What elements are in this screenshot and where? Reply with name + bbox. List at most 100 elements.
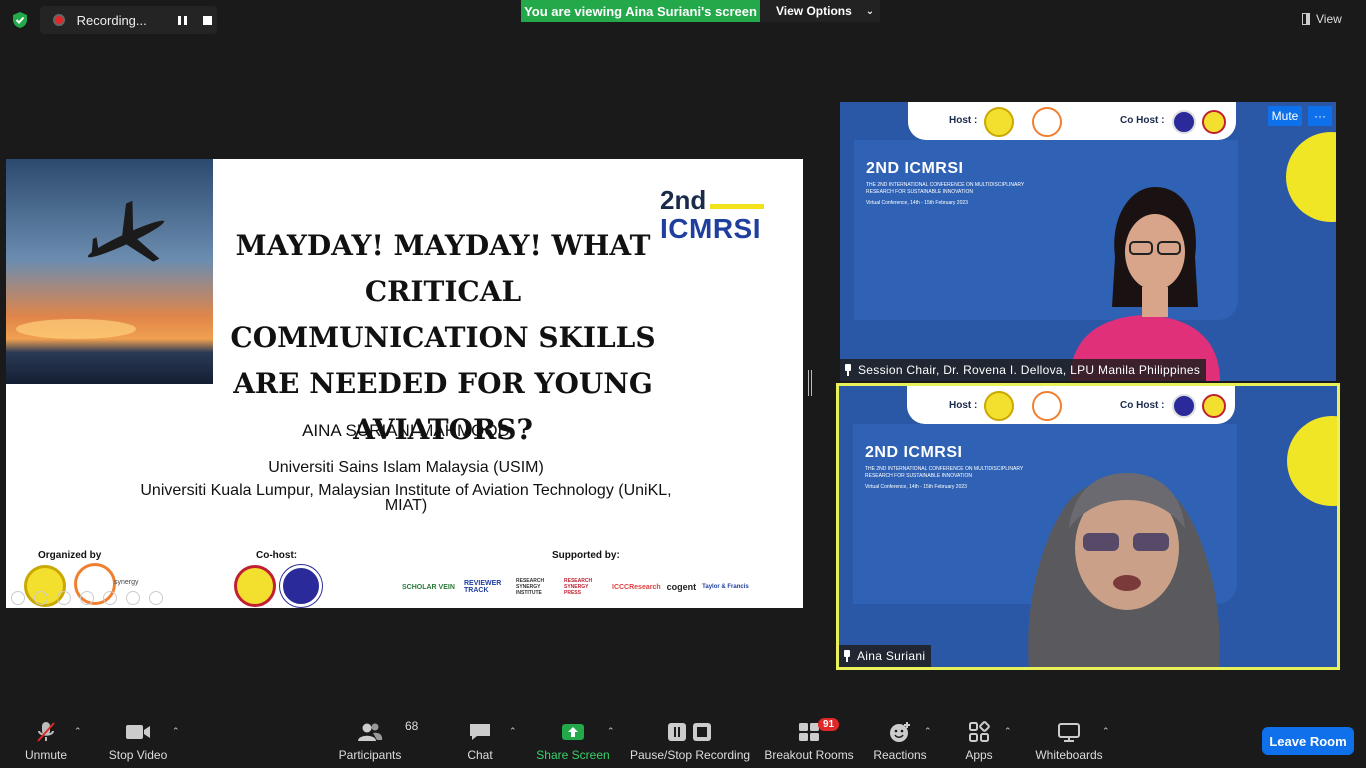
reactions-label: Reactions xyxy=(873,747,927,762)
pause-recording-button[interactable] xyxy=(173,10,192,30)
video-camera-icon xyxy=(125,719,151,745)
chat-options-caret-icon[interactable]: ⌃ xyxy=(509,726,517,737)
co-host-logo-1 xyxy=(234,565,276,607)
slide-controls[interactable] xyxy=(11,591,163,605)
recording-controls-icon xyxy=(667,719,713,745)
stop-video-button[interactable]: Stop Video xyxy=(106,712,170,768)
research-synergy-logo-icon xyxy=(1032,391,1062,421)
pin-icon xyxy=(844,364,852,376)
co-host-logo-icon xyxy=(1202,394,1226,418)
apps-options-caret-icon[interactable]: ⌃ xyxy=(1004,726,1012,737)
leave-room-button[interactable]: Leave Room xyxy=(1262,727,1354,755)
microphone-muted-icon xyxy=(35,719,57,745)
whiteboards-label: Whiteboards xyxy=(1035,747,1103,762)
reactions-button[interactable]: Reactions xyxy=(872,712,928,768)
icmrsi-brand: 2nd ICMRSI xyxy=(660,186,770,244)
hide-icon[interactable] xyxy=(126,591,140,605)
zoom-icon[interactable] xyxy=(80,591,94,605)
co-host-label: Co-host: xyxy=(256,550,298,561)
co-host-logo-icon xyxy=(1202,110,1226,134)
view-options-button[interactable]: View Options ⌄ xyxy=(760,0,880,22)
tile-co-host-label: Co Host : xyxy=(1120,400,1165,411)
security-shield-icon[interactable] xyxy=(10,10,30,30)
share-screen-button[interactable]: Share Screen xyxy=(536,712,610,768)
recording-label: Recording... xyxy=(76,12,147,28)
whiteboards-options-caret-icon[interactable]: ⌃ xyxy=(1102,726,1110,737)
more-options-icon[interactable] xyxy=(149,591,163,605)
view-layout-icon xyxy=(1302,13,1310,25)
subtitle-icon[interactable] xyxy=(103,591,117,605)
breakout-rooms-button[interactable]: 91 Breakout Rooms xyxy=(762,712,856,768)
pause-stop-recording-button[interactable]: Pause/Stop Recording xyxy=(630,712,750,768)
recording-dot-icon xyxy=(53,14,65,26)
tile-conference-info: 2ND ICMRSI THE 2ND INTERNATIONAL CONFERE… xyxy=(866,160,1025,206)
tile-host-label: Host : xyxy=(949,400,978,411)
video-options-caret-icon[interactable]: ⌃ xyxy=(172,726,180,737)
view-options-label: View Options xyxy=(776,4,852,18)
chat-label: Chat xyxy=(467,747,493,762)
participants-icon: 68 xyxy=(357,719,418,745)
chat-bubble-icon xyxy=(468,719,492,745)
apps-label: Apps xyxy=(965,747,993,762)
slide-author: AINA SURIANI MAHMOOD xyxy=(302,421,510,440)
sponsor-taylor-francis: Taylor & Francis xyxy=(702,584,749,590)
video-tile-session-chair[interactable]: Host : Co Host : 2ND ICMRSI THE 2ND INTE… xyxy=(840,102,1336,381)
apps-icon xyxy=(968,719,990,745)
sponsor-cogent: cogent xyxy=(666,582,697,592)
participant-name: Aina Suriani xyxy=(857,649,926,663)
slide-title: MAYDAY! MAYDAY! WHAT CRITICAL COMMUNICAT… xyxy=(230,229,656,446)
share-screen-label: Share Screen xyxy=(536,747,610,762)
video-tile-active-speaker[interactable]: Host : Co Host : 2ND ICMRSI THE 2ND INTE… xyxy=(836,383,1340,670)
pen-icon[interactable] xyxy=(57,591,71,605)
supported-by-label: Supported by: xyxy=(552,550,620,561)
participant-name: Session Chair, Dr. Rovena I. Dellova, LP… xyxy=(858,363,1201,377)
brand-name: ICMRSI xyxy=(660,213,761,244)
sponsor-logos: SCHOLAR VEIN REVIEWER TRACK RESEARCH SYN… xyxy=(402,578,767,596)
more-options-button[interactable]: ··· xyxy=(1308,106,1332,126)
mute-participant-button[interactable]: Mute xyxy=(1268,106,1302,126)
organized-by-label: Organized by xyxy=(38,550,102,561)
unmute-label: Unmute xyxy=(24,747,68,762)
pause-icon xyxy=(177,15,187,25)
chevron-down-icon: ⌄ xyxy=(865,5,875,17)
view-button[interactable]: View xyxy=(1302,9,1358,29)
slide-affiliation-2: Universiti Kuala Lumpur, Malaysian Insti… xyxy=(140,482,672,514)
decorative-yellow-circle xyxy=(1286,132,1336,222)
host-logo-icon xyxy=(984,107,1014,137)
breakout-rooms-icon: 91 xyxy=(798,717,840,745)
viewing-screen-banner: You are viewing Aina Suriani's screen xyxy=(521,0,760,22)
prev-slide-icon[interactable] xyxy=(11,591,25,605)
reactions-options-caret-icon[interactable]: ⌃ xyxy=(924,726,932,737)
sponsor-reviewer-track: REVIEWER TRACK xyxy=(464,580,502,594)
sponsor-scholar-vein: SCHOLAR VEIN xyxy=(402,583,455,591)
participant-name-tag: Session Chair, Dr. Rovena I. Dellova, LP… xyxy=(840,359,1207,381)
sponsor-research-synergy-press: RESEARCH SYNERGY PRESS xyxy=(564,578,593,596)
apps-button[interactable]: Apps xyxy=(962,712,996,768)
breakout-rooms-label: Breakout Rooms xyxy=(764,747,854,762)
decorative-yellow-circle xyxy=(1287,416,1337,506)
share-options-caret-icon[interactable]: ⌃ xyxy=(607,726,615,737)
whiteboards-button[interactable]: Whiteboards xyxy=(1032,712,1106,768)
next-slide-icon[interactable] xyxy=(34,591,48,605)
co-host-logo-icon xyxy=(1172,394,1196,418)
tile-host-label: Host : xyxy=(949,115,978,126)
stop-recording-button[interactable] xyxy=(198,10,217,30)
brand-ordinal: 2nd xyxy=(660,185,707,215)
airplane-sunset-image xyxy=(6,159,213,384)
meeting-toolbar: Unmute ⌃ Stop Video ⌃ 68 Participants Ch… xyxy=(0,712,1366,768)
smiley-plus-icon xyxy=(889,719,911,745)
host-logo-icon xyxy=(984,391,1014,421)
research-synergy-logo-icon xyxy=(1032,107,1062,137)
split-resize-handle[interactable] xyxy=(808,370,812,396)
unmute-button[interactable]: Unmute xyxy=(22,712,70,768)
slide-affiliation-1: Universiti Sains Islam Malaysia (USIM) xyxy=(268,459,544,476)
audio-options-caret-icon[interactable]: ⌃ xyxy=(74,726,82,737)
participants-label: Participants xyxy=(338,747,402,762)
participants-button[interactable]: 68 Participants xyxy=(336,712,419,768)
sponsor-research-synergy-institute: RESEARCH SYNERGY INSTITUTE xyxy=(516,578,545,596)
breakout-count-badge: 91 xyxy=(818,717,840,731)
pin-icon xyxy=(843,650,851,662)
chat-button[interactable]: Chat xyxy=(464,712,496,768)
shared-screen-slide: MAYDAY! MAYDAY! WHAT CRITICAL COMMUNICAT… xyxy=(6,159,803,608)
view-label: View xyxy=(1316,12,1342,26)
